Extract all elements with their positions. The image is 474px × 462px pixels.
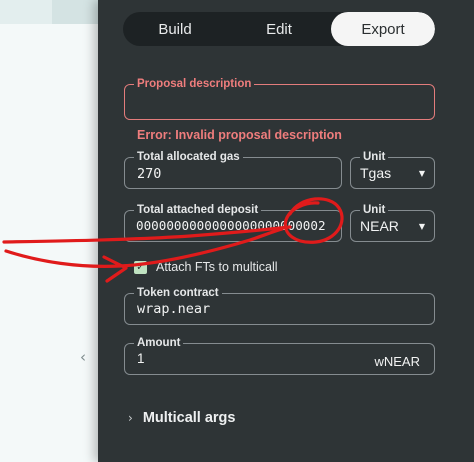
token-contract-legend: Token contract bbox=[134, 285, 222, 301]
deposit-unit-value: NEAR bbox=[360, 218, 399, 234]
caret-down-icon: ▼ bbox=[418, 169, 425, 178]
attach-fts-checkbox[interactable]: ✓ bbox=[134, 260, 147, 274]
amount-unit-label: wNEAR bbox=[374, 354, 420, 369]
attach-fts-label: Attach FTs to multicall bbox=[156, 260, 278, 274]
tab-export[interactable]: Export bbox=[331, 12, 435, 46]
proposal-description-field[interactable]: Proposal description bbox=[124, 76, 435, 120]
tab-build[interactable]: Build bbox=[123, 12, 227, 46]
multicall-args-label: Multicall args bbox=[142, 410, 236, 426]
chevron-left-icon[interactable]: ‹ bbox=[80, 348, 86, 366]
chevron-right-icon: › bbox=[128, 411, 133, 425]
deposit-legend: Total attached deposit bbox=[134, 202, 262, 218]
deposit-unit-legend: Unit bbox=[360, 202, 389, 218]
deposit-unit-select[interactable]: Unit NEAR ▼ bbox=[350, 202, 435, 242]
gas-unit-value: Tgas bbox=[360, 165, 392, 181]
gas-unit-select[interactable]: Unit Tgas ▼ bbox=[350, 149, 435, 189]
tab-bar: Build Edit Export bbox=[123, 12, 435, 46]
proposal-description-legend: Proposal description bbox=[134, 76, 255, 92]
gas-legend: Total allocated gas bbox=[134, 149, 243, 165]
token-contract-value: wrap.near bbox=[137, 301, 211, 317]
gas-field[interactable]: Total allocated gas 270 bbox=[124, 149, 342, 189]
caret-down-icon: ▼ bbox=[418, 222, 425, 231]
amount-legend: Amount bbox=[134, 335, 184, 351]
deposit-value: 0000000000000000000000002 bbox=[136, 218, 326, 233]
gas-value: 270 bbox=[137, 166, 162, 182]
proposal-error-message: Error: Invalid proposal description bbox=[137, 128, 342, 142]
background-left-card bbox=[0, 24, 100, 462]
export-panel: Build Edit Export Proposal description E… bbox=[98, 0, 474, 462]
deposit-field[interactable]: Total attached deposit 00000000000000000… bbox=[124, 202, 342, 242]
gas-unit-legend: Unit bbox=[360, 149, 389, 165]
tab-edit[interactable]: Edit bbox=[227, 12, 331, 46]
amount-value: 1 bbox=[137, 351, 145, 366]
amount-field[interactable]: Amount 1 wNEAR bbox=[124, 335, 435, 375]
attach-fts-row[interactable]: ✓ Attach FTs to multicall bbox=[134, 260, 278, 274]
multicall-args-toggle[interactable]: › Multicall args bbox=[128, 410, 235, 426]
token-contract-field[interactable]: Token contract wrap.near bbox=[124, 285, 435, 325]
